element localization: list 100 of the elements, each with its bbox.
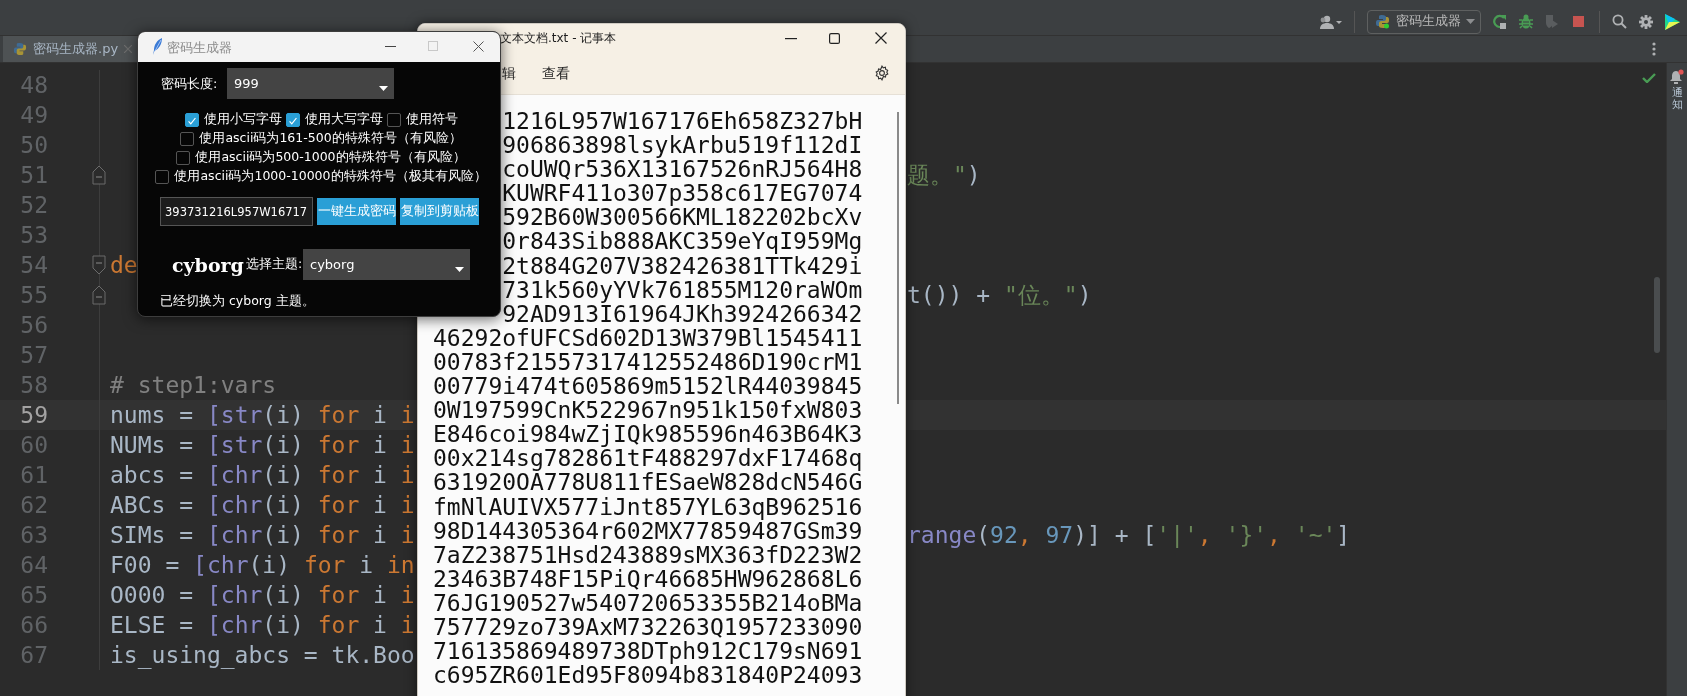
line-number: 49 <box>19 102 48 128</box>
window-title: 密码生成器 <box>167 39 232 57</box>
code-line: SIMs = [chr(i) for i i <box>110 522 415 548</box>
maximize-icon <box>428 41 438 51</box>
close-icon[interactable] <box>875 32 887 44</box>
code-line: 题。") <box>907 161 981 188</box>
text-line: fmNlAUIVX577iJnt857YL63qB962516 <box>433 493 863 520</box>
checkbox[interactable] <box>155 169 170 184</box>
line-number: 63 <box>19 522 48 548</box>
window-title: 文本文档.txt - 记事本 <box>500 30 617 47</box>
line-number: 53 <box>19 222 48 248</box>
line-number: 56 <box>19 312 48 338</box>
theme-combobox[interactable]: cyborg <box>303 249 470 280</box>
code-line: NUMs = [str(i) for i i <box>110 432 415 458</box>
text-line: 7aZ238751Hsd243889sMX363fD223W2 <box>433 541 863 568</box>
text-line: KUWRF411o307p358c617EG7074 <box>502 180 863 207</box>
search-icon[interactable] <box>1612 14 1627 29</box>
text-line: 757729zo739AxM732263Q1957233090 <box>433 613 863 640</box>
text-line: 1216L957W167176Eh658Z327bH <box>502 108 863 134</box>
code-line: is_using_abcs = tk.Boo <box>110 642 415 668</box>
text-line: 716135869489738DTph912C179sN691 <box>433 638 863 665</box>
menu-item[interactable]: 查看 <box>542 64 570 83</box>
line-number: 58 <box>19 372 48 398</box>
text-line: 0W197599CnK522967n951k150fxW803 <box>433 397 863 424</box>
checkbox[interactable] <box>180 131 195 146</box>
checkbox[interactable] <box>184 112 199 127</box>
password-field[interactable]: 393731216L957W16717 <box>160 197 313 226</box>
checkbox[interactable] <box>176 150 191 165</box>
text-line: 00783f21557317412552486D190crM1 <box>433 348 863 375</box>
scrollbar-thumb[interactable] <box>897 112 899 404</box>
theme-name: cyborg <box>172 253 245 276</box>
line-number: 55 <box>19 282 48 308</box>
fold-icon[interactable] <box>92 285 106 305</box>
code-line: abcs = [chr(i) for i i <box>110 462 415 488</box>
theme-label: 选择主题: <box>246 256 303 273</box>
checkbox-label[interactable]: 使用符号 <box>405 111 458 128</box>
checkbox-label[interactable]: 使用ascii码为500-1000的特殊符号（有风险） <box>195 149 466 166</box>
line-number: 48 <box>19 72 48 98</box>
checkbox-label[interactable]: 使用ascii码为1000-10000的特殊符号（极其有风险） <box>174 168 487 185</box>
text-line: 00779i474t605869m5152lR44039845 <box>433 373 863 400</box>
checkbox[interactable] <box>386 112 401 127</box>
line-number: 59 <box>19 402 48 428</box>
status-text: 已经切换为 cyborg 主题。 <box>159 293 316 310</box>
run-config-dropdown[interactable]: 密码生成器 <box>1367 9 1481 34</box>
line-number: 54 <box>19 252 48 278</box>
minimize-icon[interactable] <box>785 38 797 40</box>
app-logo-icon[interactable] <box>1665 13 1680 30</box>
line-number: 52 <box>19 192 48 218</box>
code-line: # step1:vars <box>110 372 277 398</box>
minimize-icon[interactable] <box>385 46 396 48</box>
text-line: 46292ofUFCSd602D13W379Bl1545411 <box>433 324 863 351</box>
code-line: F00 = [chr(i) for i in <box>110 552 415 578</box>
notifications-label[interactable]: 通知 <box>1671 87 1683 112</box>
checkbox-label[interactable]: 使用大写字母 <box>304 111 383 128</box>
text-line: 731k560yYVk761855M120raWOm <box>502 276 863 303</box>
fold-icon[interactable] <box>92 255 106 275</box>
checkbox-label[interactable]: 使用小写字母 <box>203 111 282 128</box>
caret-icon <box>1466 19 1475 24</box>
line-number: 67 <box>19 642 48 668</box>
line-number: 64 <box>19 552 48 578</box>
text-line: 906863898lsykArbu519f112dI <box>502 132 863 159</box>
check-icon <box>1642 73 1656 83</box>
user-icon[interactable] <box>1318 14 1342 29</box>
checkbox-label[interactable]: 使用ascii码为161-500的特殊符号（有风险） <box>199 130 462 147</box>
more-icon[interactable] <box>1652 42 1656 56</box>
line-number: 57 <box>19 342 48 368</box>
line-number: 65 <box>19 582 48 608</box>
line-number: 50 <box>19 132 48 158</box>
line-number: 62 <box>19 492 48 518</box>
bug-icon[interactable] <box>1519 14 1533 29</box>
scrollbar-thumb[interactable] <box>1654 277 1660 353</box>
rerun-icon[interactable] <box>1493 14 1507 29</box>
caret-icon <box>379 86 388 91</box>
python-file-icon <box>13 42 27 56</box>
code-line: ABCs = [chr(i) for i i <box>110 492 415 518</box>
code-line: nums = [str(i) for i i <box>110 402 415 428</box>
length-combobox[interactable]: 999 <box>227 68 394 99</box>
code-line: O000 = [chr(i) for i i <box>110 582 415 608</box>
line-number: 51 <box>19 162 48 188</box>
caret-icon <box>455 267 464 272</box>
text-line: E846coi984wZjIQk985596n463B64K3 <box>433 421 863 448</box>
code-line: de <box>110 252 138 278</box>
feather-icon <box>153 38 163 55</box>
checkbox[interactable] <box>285 112 300 127</box>
text-line: 0r843Sib888AKC359eYqI959Mg <box>502 228 863 255</box>
code-line: t()) + "位。") <box>907 281 1092 308</box>
text-line: 76JG190527w540720653355B214oBMa <box>433 589 863 616</box>
fold-icon[interactable] <box>92 165 106 185</box>
line-number: 61 <box>19 462 48 488</box>
settings-icon[interactable] <box>1639 14 1653 29</box>
close-icon[interactable] <box>473 41 484 52</box>
text-line: 23463B748F15PiQr46685HW962868L6 <box>433 565 863 592</box>
bell-icon[interactable] <box>1670 69 1684 84</box>
code-line: ELSE = [chr(i) for i i <box>110 612 415 638</box>
line-number: 60 <box>19 432 48 458</box>
python-icon <box>1375 14 1390 29</box>
settings-icon[interactable] <box>874 65 890 81</box>
menu-item[interactable]: 辑 <box>502 64 516 83</box>
line-number: 66 <box>19 612 48 638</box>
maximize-icon[interactable] <box>829 33 840 44</box>
